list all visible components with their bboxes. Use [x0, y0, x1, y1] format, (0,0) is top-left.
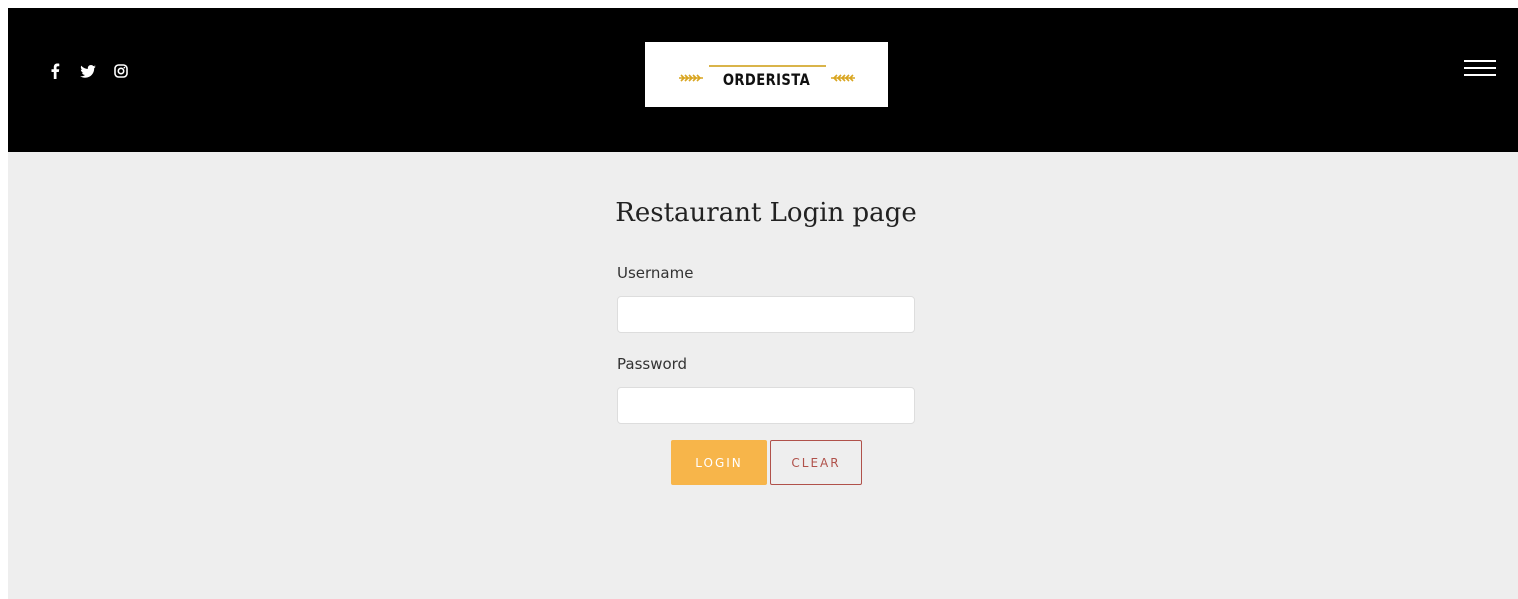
username-label: Username	[617, 264, 694, 282]
logo-divider	[709, 65, 826, 67]
clear-button[interactable]: CLEAR	[770, 440, 862, 485]
hamburger-menu-icon[interactable]	[1464, 60, 1496, 76]
instagram-icon[interactable]	[112, 62, 130, 80]
login-section: Restaurant Login page Username Password …	[8, 152, 1518, 599]
page-title: Restaurant Login page	[615, 198, 917, 228]
password-label: Password	[617, 355, 688, 373]
site-header: ORDERISTA	[8, 8, 1518, 152]
username-input[interactable]	[617, 296, 915, 333]
facebook-icon[interactable]	[46, 62, 64, 80]
twitter-icon[interactable]	[79, 62, 97, 80]
wheat-right-icon	[831, 74, 855, 82]
orderista-logo[interactable]: ORDERISTA	[645, 42, 888, 107]
menu-bar	[1464, 67, 1496, 69]
login-button[interactable]: LOGIN	[671, 440, 767, 485]
password-input[interactable]	[617, 387, 915, 424]
page-frame: ORDERISTA Restaurant Login page Username	[8, 8, 1518, 599]
social-links	[46, 62, 145, 80]
menu-bar	[1464, 60, 1496, 62]
menu-bar	[1464, 74, 1496, 76]
